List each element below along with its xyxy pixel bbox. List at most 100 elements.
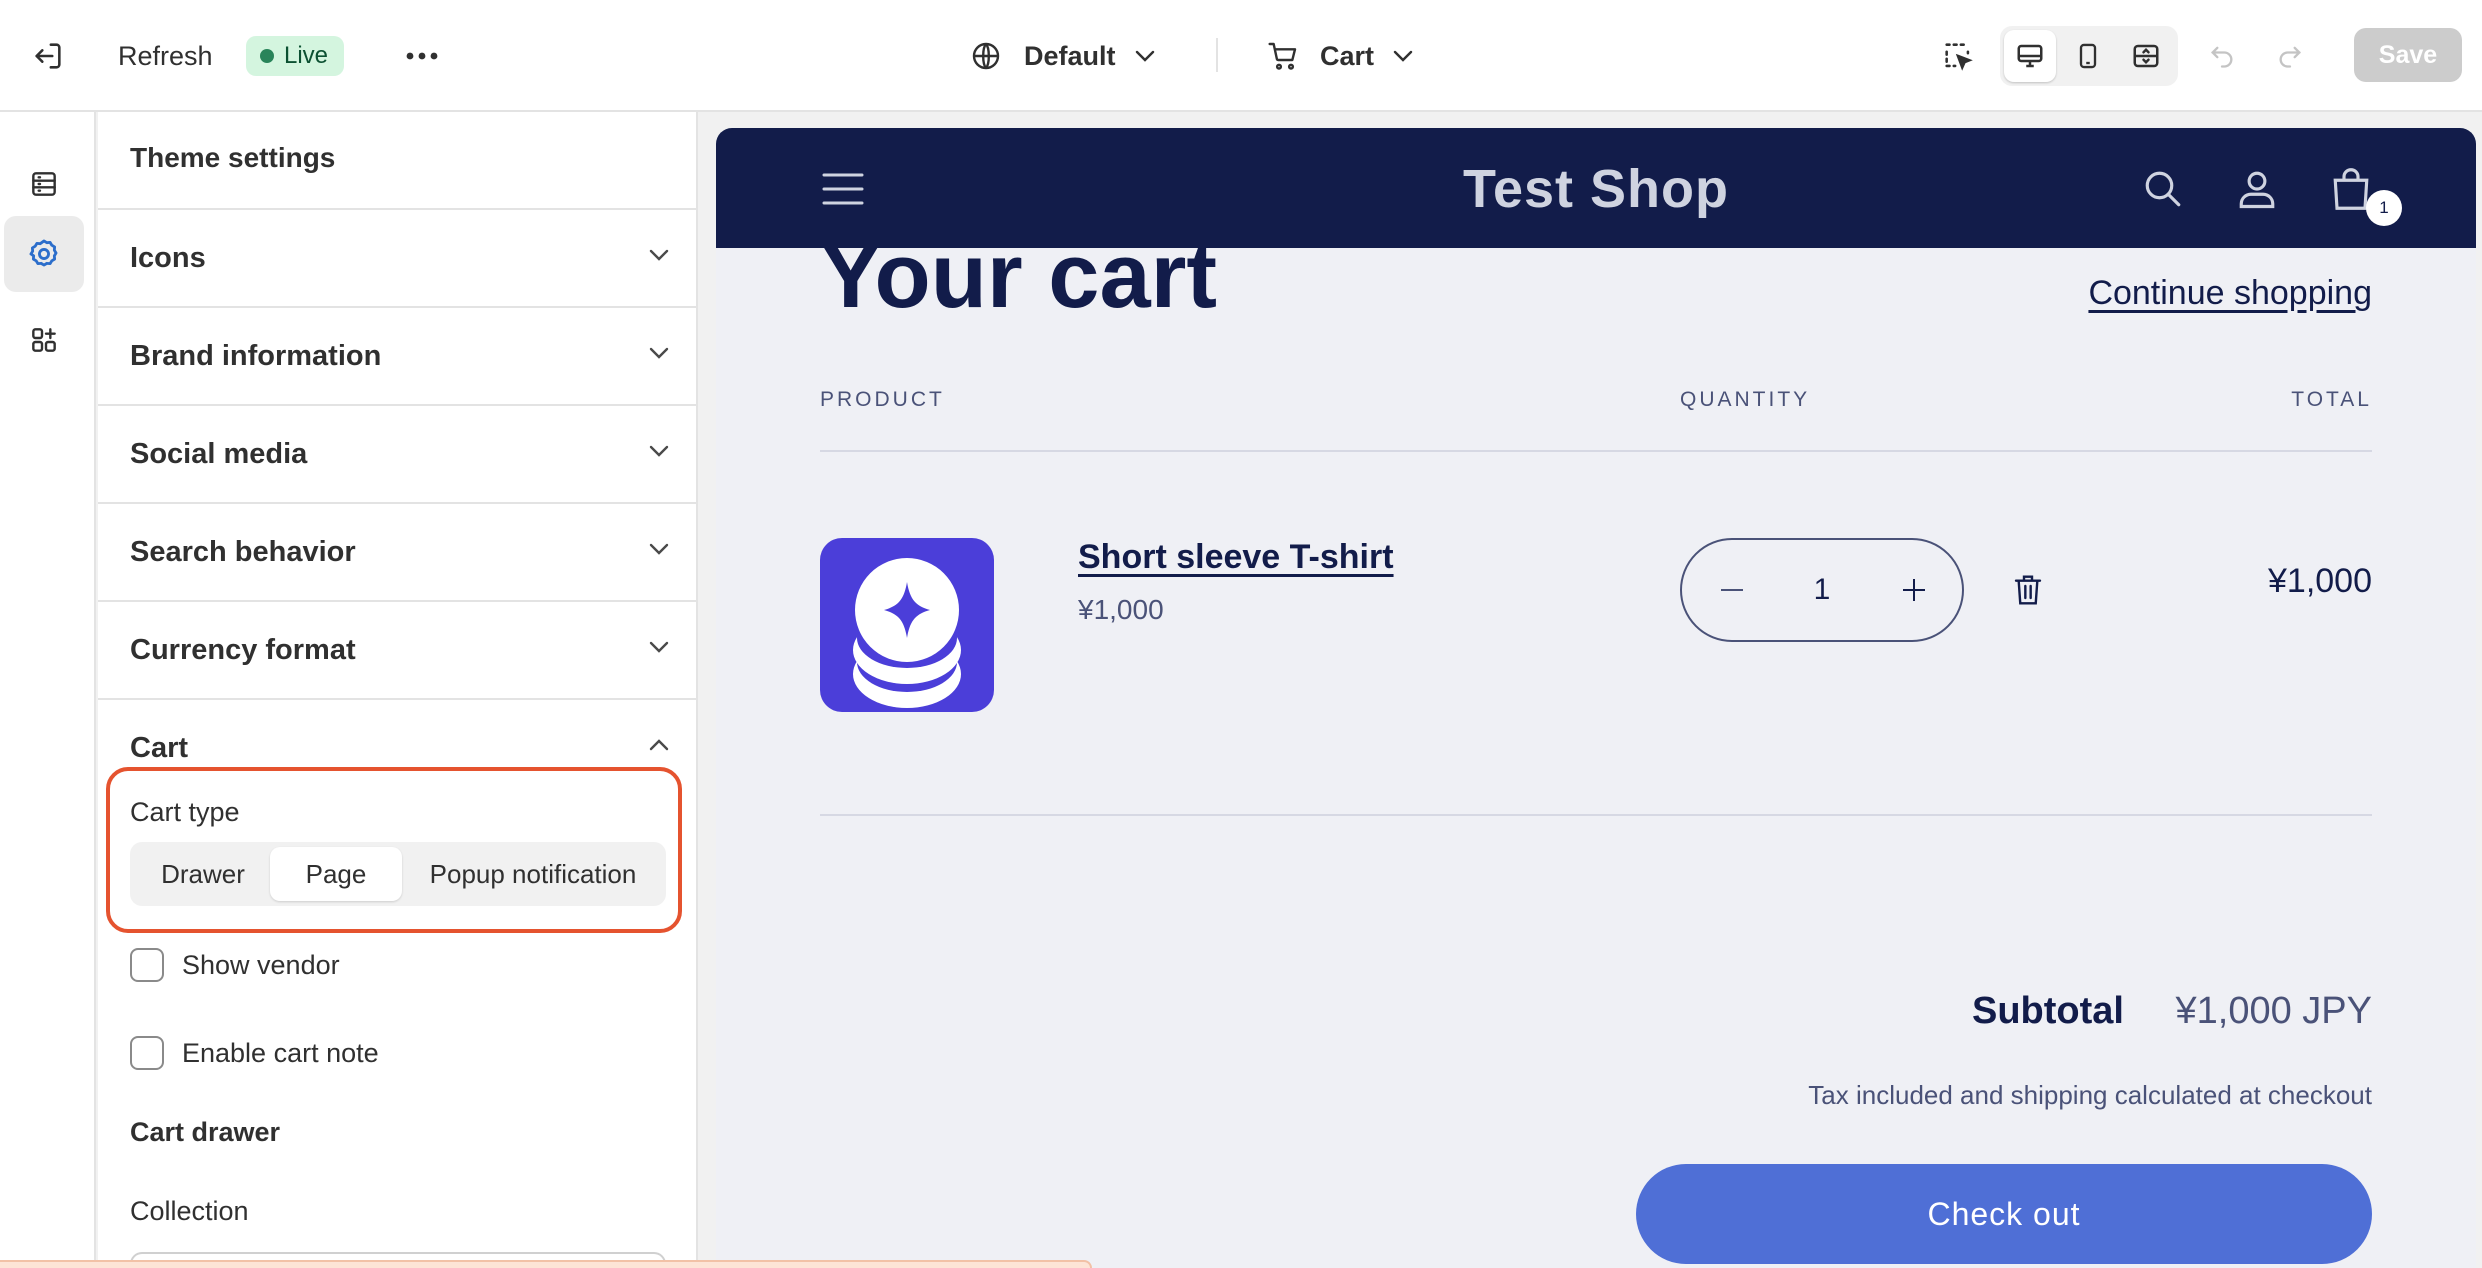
header-divider [820,450,2372,452]
topbar-divider [1216,38,1218,72]
refresh-button[interactable]: Refresh [118,36,213,76]
tax-shipping-note: Tax included and shipping calculated at … [1808,1080,2372,1110]
cart-type-label: Cart type [130,797,240,827]
desktop-view-button[interactable] [2004,30,2056,82]
storefront-preview: Your cart Test Shop 1 Continue shopping … [716,128,2476,1268]
live-label: Live [284,42,329,69]
apps-icon [32,328,56,352]
line-item-total: ¥1,000 [2268,562,2372,600]
accordion-icons[interactable]: Icons [98,208,696,306]
fullscreen-view-button[interactable] [2120,30,2172,82]
coin-stack-star-icon [853,558,961,708]
account-button[interactable] [2232,164,2282,214]
accordion-search-behavior[interactable]: Search behavior [98,502,696,600]
quantity-stepper: 1 [1680,538,1964,642]
shop-name[interactable]: Test Shop [716,158,2476,220]
continue-shopping-link[interactable]: Continue shopping [2088,274,2372,313]
sections-icon [32,172,56,196]
quantity-increase-button[interactable] [1894,570,1934,610]
accordion-brand-information[interactable]: Brand information [98,306,696,404]
chevron-down-icon [1393,50,1413,62]
user-icon [2239,171,2275,209]
show-vendor-checkbox-row[interactable]: Show vendor [130,948,340,982]
accordion-currency-format[interactable]: Currency format [98,600,696,698]
editor-left-rail [0,112,96,1268]
items-divider [820,814,2372,816]
device-toggle-group [2000,26,2178,86]
desktop-icon [2017,44,2043,68]
accordion-label: Brand information [130,339,382,372]
cart-note-checkbox-row[interactable]: Enable cart note [130,1036,379,1070]
accordion-social-media[interactable]: Social media [98,404,696,502]
theme-label: Default [1024,40,1116,71]
trash-icon [2014,575,2042,605]
checkout-button[interactable]: Check out [1636,1164,2372,1264]
chevron-down-icon [649,641,669,653]
cart-icon [1268,42,1297,70]
save-button[interactable]: Save [2354,28,2462,82]
apps-button[interactable] [4,302,84,378]
cart-note-label: Enable cart note [182,1037,379,1068]
remove-item-button[interactable] [2012,572,2048,612]
cart-type-option-popup-notification[interactable]: Popup notification [404,847,662,901]
mobile-view-button[interactable] [2062,30,2114,82]
subtotal-label: Subtotal [1972,990,2124,1032]
editor-topbar: Refresh Live Default Cart Save [0,0,2482,112]
more-horizontal-icon [406,52,438,60]
cart-note-checkbox[interactable] [130,1036,164,1070]
redo-icon [2279,46,2301,68]
minus-icon [1721,589,1743,591]
live-badge: Live [246,36,345,76]
page-label: Cart [1320,40,1375,71]
live-dot-icon [260,49,274,63]
theme-selector[interactable]: Default [970,30,1156,82]
chevron-down-icon [649,347,669,359]
quantity-input[interactable]: 1 [1782,573,1862,607]
undo-button[interactable] [2200,34,2244,78]
chevron-down-icon [649,543,669,555]
chevron-down-icon [1135,50,1154,62]
accordion-label: Search behavior [130,535,356,568]
search-button[interactable] [2138,164,2188,214]
product-name-link[interactable]: Short sleeve T-shirt [1078,538,1394,577]
page-selector[interactable]: Cart [1266,30,1414,82]
accordion-label: Cart [130,731,189,764]
collection-label: Collection [130,1196,249,1226]
cart-type-option-drawer[interactable]: Drawer [136,847,270,901]
column-header-total: TOTAL [2291,388,2372,411]
fullscreen-icon [2133,44,2159,68]
show-vendor-label: Show vendor [182,949,340,980]
search-icon [2145,171,2181,207]
theme-settings-button[interactable] [4,216,84,292]
mobile-icon [2079,43,2097,69]
chevron-down-icon [649,249,669,261]
gear-icon [29,239,58,267]
cart-type-option-page[interactable]: Page [270,847,402,901]
chevron-up-icon [649,739,669,751]
product-unit-price: ¥1,000 [1078,594,1164,625]
accordion-label: Icons [130,241,206,274]
cart-type-segmented-control: Drawer Page Popup notification [130,842,666,906]
accordion-label: Social media [130,437,308,470]
shop-header: Test Shop 1 [716,128,2476,248]
accordion-label: Currency format [130,633,356,666]
theme-settings-panel: Theme settings Icons Brand information S… [98,112,698,1268]
more-actions-button[interactable] [400,34,444,78]
product-image[interactable] [820,538,994,712]
toast-edge [0,1260,1092,1268]
panel-title: Theme settings [130,142,336,173]
redo-button[interactable] [2268,34,2312,78]
inspector-button[interactable] [1936,34,1980,78]
select-cursor-icon [1945,43,1973,71]
cart-count-badge: 1 [2366,190,2402,226]
column-header-quantity: QUANTITY [1680,388,1811,411]
column-header-product: PRODUCT [820,388,945,411]
globe-icon [972,42,1000,70]
show-vendor-checkbox[interactable] [130,948,164,982]
plus-icon [1903,579,1925,601]
exit-button[interactable] [26,34,70,78]
exit-icon [35,43,61,69]
quantity-decrease-button[interactable] [1712,570,1752,610]
sections-button[interactable] [4,146,84,222]
chevron-down-icon [649,445,669,457]
